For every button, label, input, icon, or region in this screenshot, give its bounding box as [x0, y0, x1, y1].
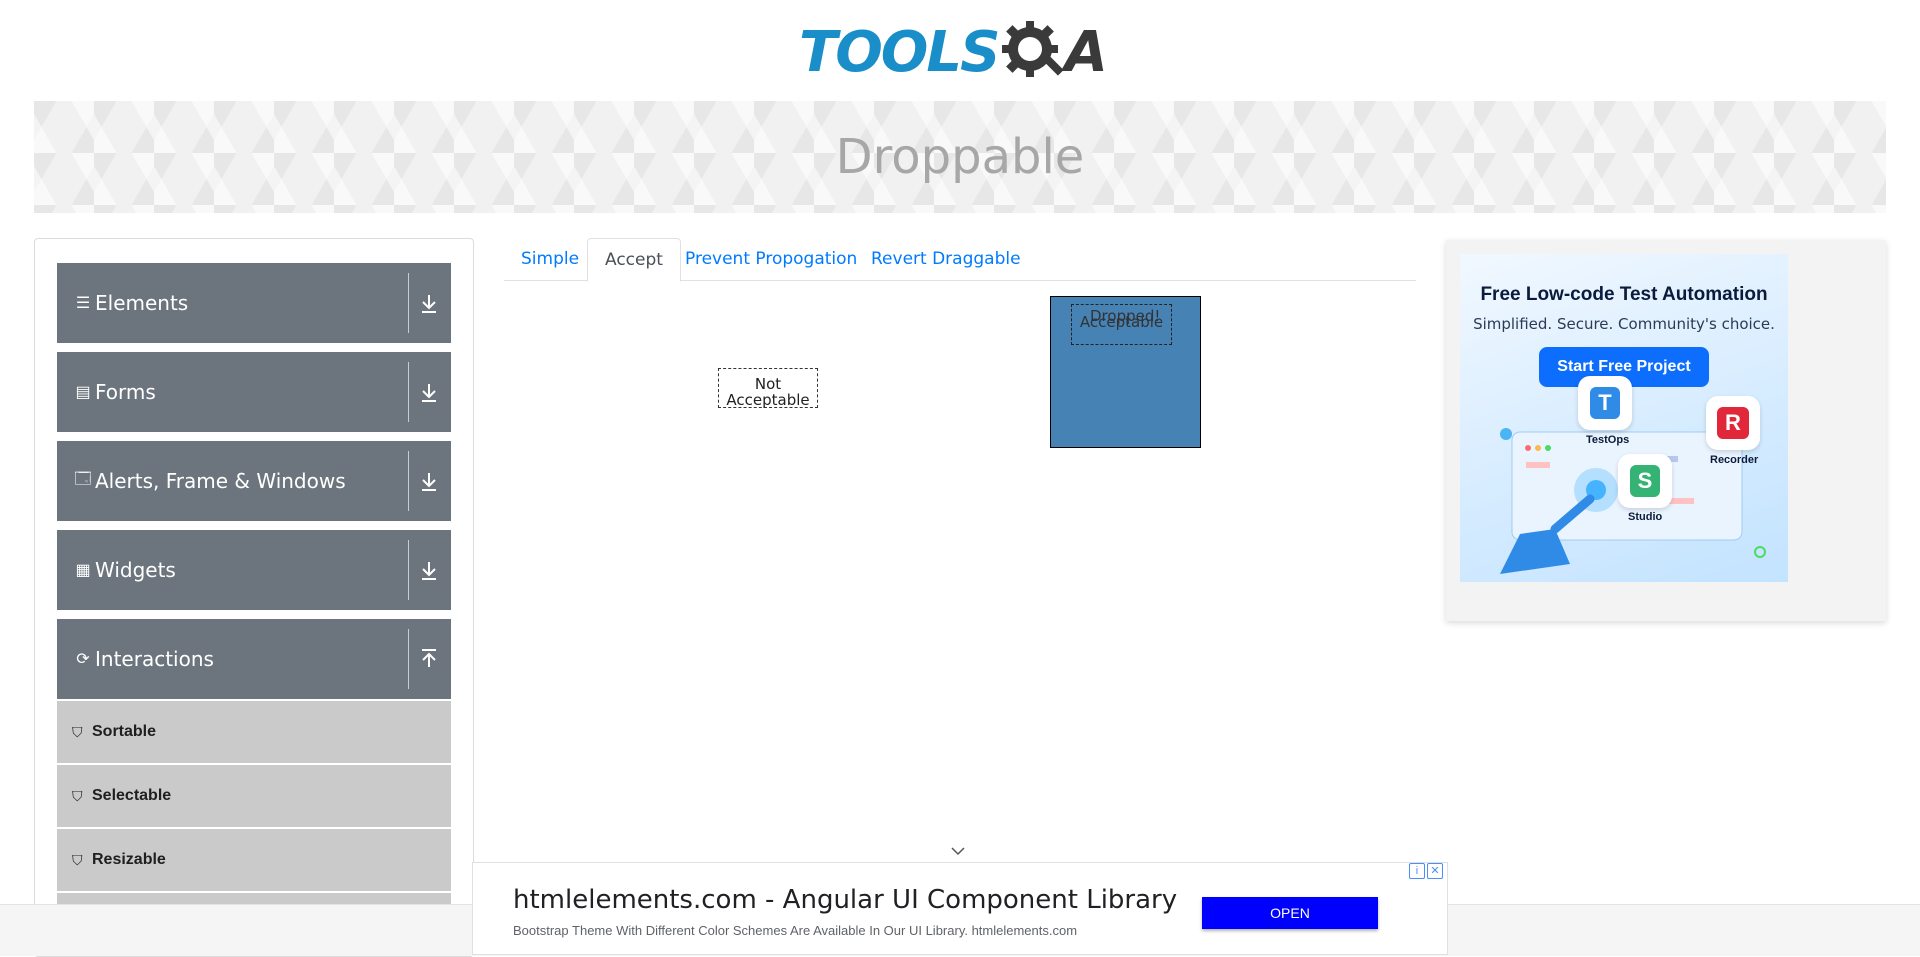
refresh-icon: ⟳ — [76, 651, 90, 668]
left-sidebar: ☰ Elements ▤ Forms 🗔 Alerts, Frame & Win… — [34, 238, 474, 957]
open-button[interactable]: OPEN — [1202, 897, 1378, 929]
acceptable-draggable[interactable]: Acceptable — [1071, 304, 1172, 345]
sidebar-group-alerts[interactable]: 🗔 Alerts, Frame & Windows — [57, 441, 451, 521]
sidebar-group-interactions[interactable]: ⟳ Interactions — [57, 619, 451, 699]
sidebar-group-forms[interactable]: ▤ Forms — [57, 352, 451, 432]
download-arrow-icon — [422, 562, 436, 580]
tab-accept[interactable]: Accept — [587, 238, 681, 282]
sidebar-item-label: Resizable — [92, 851, 166, 868]
html5-icon: ⛉ — [72, 851, 83, 868]
ad-choices[interactable]: i ✕ — [1407, 863, 1443, 880]
studio-caption: Studio — [1628, 511, 1663, 523]
html5-icon: ⛉ — [72, 723, 83, 740]
sidebar-item-sortable[interactable]: ⛉ Sortable — [57, 701, 451, 763]
ad-title: Free Low-code Test Automation — [1480, 284, 1768, 305]
tab-revert-draggable[interactable]: Revert Draggable — [854, 238, 1038, 280]
divider — [408, 273, 409, 333]
page-banner: Droppable — [34, 101, 1886, 213]
katalon-ad[interactable]: Free Low-code Test Automation Simplified… — [1460, 254, 1788, 582]
recorder-caption: Recorder — [1710, 454, 1759, 466]
right-ad-container: Free Low-code Test Automation Simplified… — [1446, 240, 1886, 621]
download-arrow-icon — [422, 295, 436, 313]
info-icon[interactable]: i — [1409, 863, 1425, 879]
divider — [408, 540, 409, 600]
logo-text-tools: TOOLS — [799, 19, 1000, 85]
bottom-ad[interactable]: htmlelements.com - Angular UI Component … — [472, 862, 1448, 955]
document-icon: ▤ — [75, 384, 91, 401]
download-arrow-icon — [422, 473, 436, 491]
sidebar-group-label: Widgets — [95, 558, 176, 582]
toolsqa-logo[interactable]: TOOLS A — [799, 14, 1125, 90]
divider — [408, 451, 409, 511]
html5-icon: ⛉ — [72, 787, 83, 804]
not-acceptable-draggable[interactable]: Not Acceptable — [718, 368, 818, 408]
tab-prevent-propogation[interactable]: Prevent Propogation — [668, 238, 874, 280]
logo-text-a: A — [1064, 19, 1108, 85]
gear-magnifier-icon — [1002, 21, 1065, 77]
droppable-tabs: Simple Accept Prevent Propogation Revert… — [504, 238, 1416, 282]
ad-illustration: T TestOps R Recorder S Studio — [1460, 376, 1788, 582]
sidebar-item-label: Selectable — [92, 787, 172, 804]
sidebar-group-label: Elements — [95, 291, 189, 315]
bottom-ad-description: Bootstrap Theme With Different Color Sch… — [513, 923, 1078, 938]
testops-app-icon: T — [1578, 376, 1632, 430]
ad-subtitle: Simplified. Secure. Community's choice. — [1473, 315, 1775, 333]
sidebar-item-label: Sortable — [92, 723, 157, 740]
sidebar-group-widgets[interactable]: ▦ Widgets — [57, 530, 451, 610]
sidebar-item-selectable[interactable]: ⛉ Selectable — [57, 765, 451, 827]
grid-icon: ▦ — [75, 562, 91, 579]
sidebar-group-elements[interactable]: ☰ Elements — [57, 263, 451, 343]
divider — [408, 362, 409, 422]
sidebar-group-label: Interactions — [95, 647, 214, 671]
sidebar-item-resizable[interactable]: ⛉ Resizable — [57, 829, 451, 891]
bottom-ad-title[interactable]: htmlelements.com - Angular UI Component … — [513, 885, 1177, 915]
sidebar-group-label: Forms — [95, 380, 156, 404]
window-icon: 🗔 — [74, 470, 92, 488]
studio-app-icon: S — [1618, 454, 1672, 508]
upload-arrow-icon — [422, 649, 436, 667]
download-arrow-icon — [422, 384, 436, 402]
tab-simple[interactable]: Simple — [504, 238, 596, 280]
close-icon[interactable]: ✕ — [1427, 863, 1443, 879]
testops-caption: TestOps — [1586, 434, 1630, 446]
page-title: Droppable — [835, 129, 1085, 185]
recorder-app-icon: R — [1706, 396, 1760, 450]
hamburger-icon: ☰ — [75, 295, 91, 312]
sidebar-group-label: Alerts, Frame & Windows — [95, 469, 346, 493]
chevron-down-icon[interactable] — [951, 846, 965, 856]
divider — [408, 629, 409, 689]
